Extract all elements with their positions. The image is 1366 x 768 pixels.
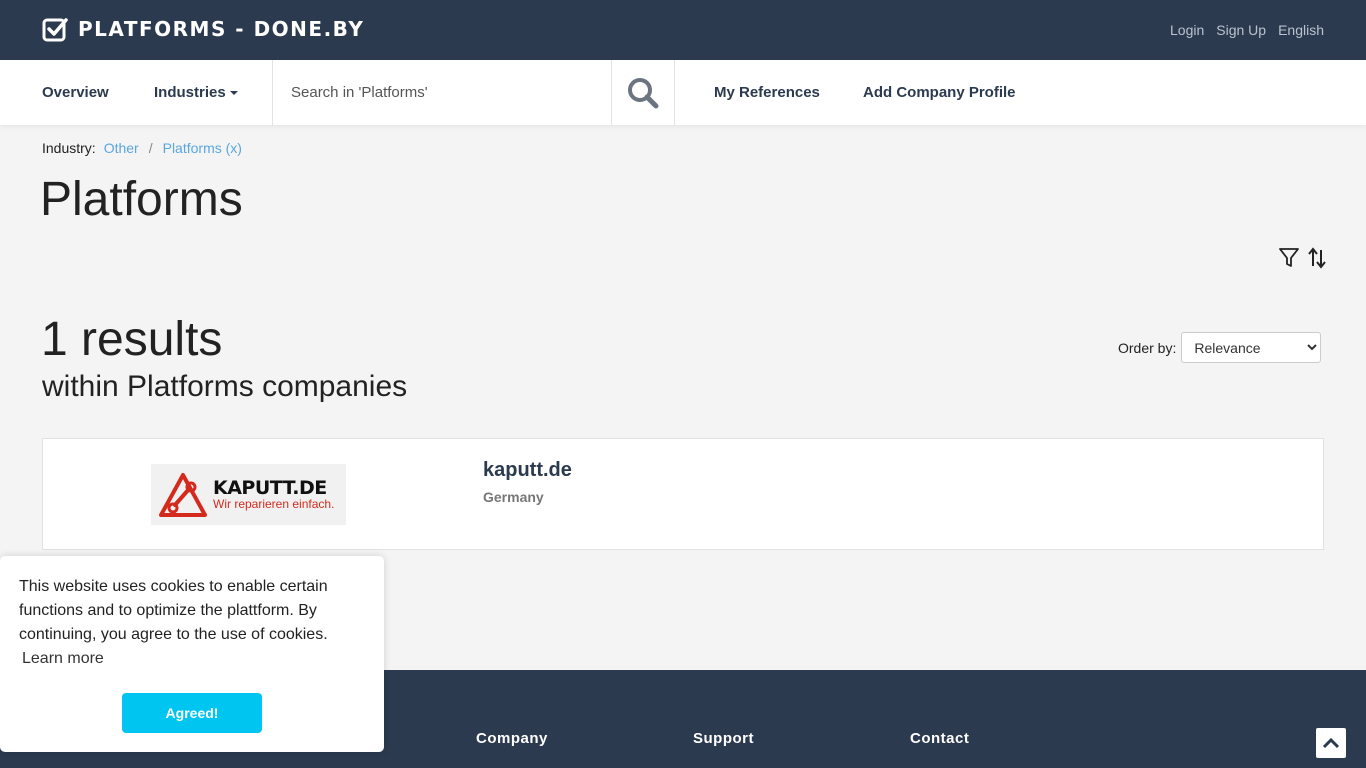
page-title: Platforms xyxy=(40,173,243,226)
breadcrumb-separator: / xyxy=(148,140,153,156)
breadcrumb: Industry: Other / Platforms (x) xyxy=(42,140,242,156)
nav-industries[interactable]: Industries xyxy=(154,60,238,125)
search-input[interactable] xyxy=(273,60,611,125)
result-tools xyxy=(1278,247,1326,269)
sort-icon[interactable] xyxy=(1308,247,1326,269)
account-links: Login Sign Up English xyxy=(1170,22,1324,38)
nav-add-company-profile[interactable]: Add Company Profile xyxy=(863,60,1016,125)
cookie-learn-more-link[interactable]: Learn more xyxy=(22,650,104,668)
login-link[interactable]: Login xyxy=(1170,22,1204,38)
breadcrumb-item-platforms[interactable]: Platforms (x) xyxy=(163,140,242,156)
breadcrumb-item-other[interactable]: Other xyxy=(104,140,139,156)
brand-title: PLATFORMS - DONE.BY xyxy=(78,17,365,41)
results-count: 1 results xyxy=(41,313,223,366)
results-subtitle: within Platforms companies xyxy=(42,370,408,403)
nav-my-references[interactable]: My References xyxy=(714,60,820,125)
cookie-banner: This website uses cookies to enable cert… xyxy=(0,556,384,752)
breadcrumb-label: Industry: xyxy=(42,140,96,156)
main-nav: Overview Industries My References Add Co… xyxy=(0,60,1366,125)
caret-down-icon xyxy=(229,91,238,96)
signup-link[interactable]: Sign Up xyxy=(1216,22,1266,38)
checkbox-check-icon xyxy=(42,18,68,42)
logo-text: KAPUTT.DE Wir reparieren einfach. xyxy=(213,478,334,511)
order-by: Order by: Relevance xyxy=(1118,332,1322,363)
nav-overview[interactable]: Overview xyxy=(42,60,109,125)
filter-icon[interactable] xyxy=(1278,247,1300,269)
company-name[interactable]: kaputt.de xyxy=(483,459,572,482)
top-bar: PLATFORMS - DONE.BY Login Sign Up Englis… xyxy=(0,0,1366,60)
footer-heading-contact: Contact xyxy=(910,730,970,747)
logo-tagline: Wir reparieren einfach. xyxy=(213,497,335,511)
nav-industries-label: Industries xyxy=(154,84,226,101)
chevron-up-icon xyxy=(1322,737,1340,749)
search-icon xyxy=(627,77,658,108)
search-box xyxy=(272,60,612,125)
cookie-accept-button[interactable]: Agreed! xyxy=(122,693,262,733)
brand[interactable]: PLATFORMS - DONE.BY xyxy=(42,16,364,42)
footer-heading-company: Company xyxy=(476,730,548,747)
logo-wordmark: KAPUTT.DE xyxy=(213,477,327,499)
company-card[interactable]: KAPUTT.DE Wir reparieren einfach. kaputt… xyxy=(42,438,1324,550)
company-country: Germany xyxy=(483,489,544,505)
cookie-message: This website uses cookies to enable cert… xyxy=(19,578,328,643)
footer-heading-support: Support xyxy=(693,730,754,747)
scroll-to-top-button[interactable] xyxy=(1316,728,1346,758)
language-link[interactable]: English xyxy=(1278,22,1324,38)
order-by-label: Order by: xyxy=(1118,339,1177,356)
company-logo[interactable]: KAPUTT.DE Wir reparieren einfach. xyxy=(151,464,346,525)
repair-triangle-icon xyxy=(159,472,207,517)
search-button[interactable] xyxy=(611,60,675,125)
order-by-select[interactable]: Relevance xyxy=(1181,332,1322,363)
